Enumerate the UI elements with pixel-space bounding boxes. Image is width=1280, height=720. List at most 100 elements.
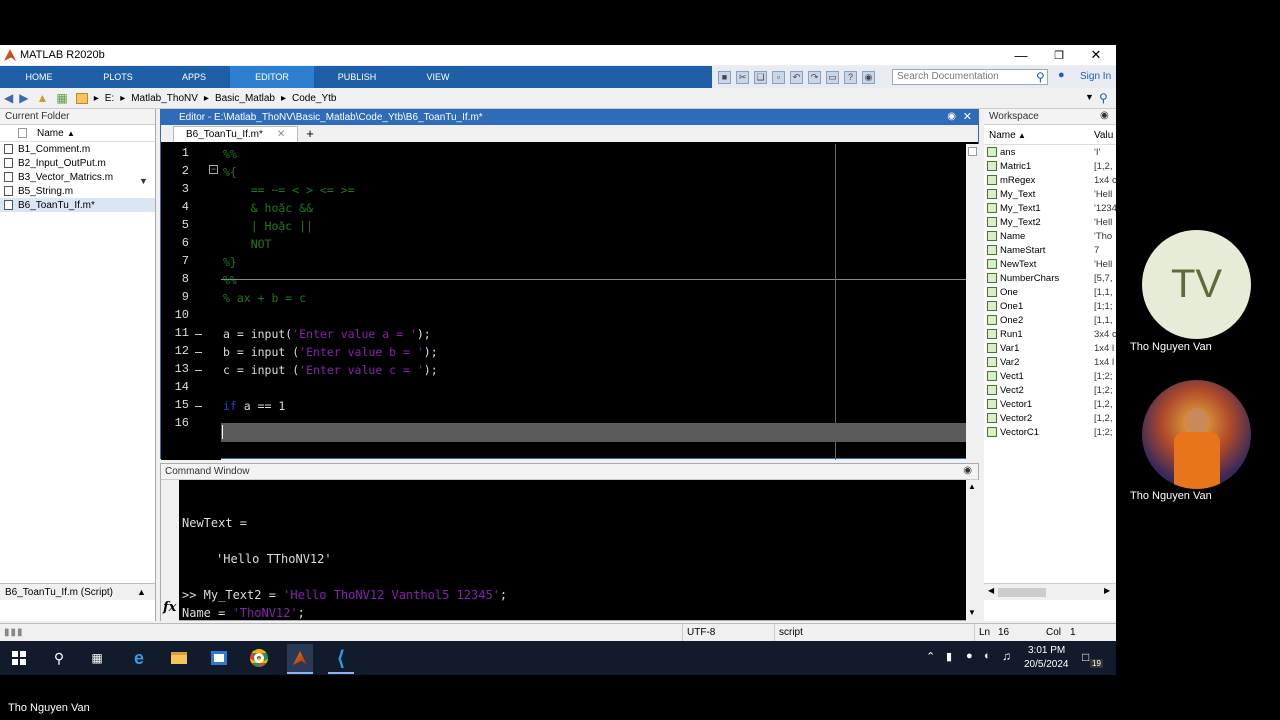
search-icon[interactable]: ⚲ (48, 647, 70, 669)
variable-row[interactable]: My_Text 'Hell (984, 187, 1116, 201)
minimize-button[interactable]: — (1002, 45, 1040, 65)
variable-row[interactable]: NumberChars [5,7, (984, 271, 1116, 285)
variable-row[interactable]: One2 [1,1, (984, 313, 1116, 327)
code-line[interactable]: | Hoặc || (223, 219, 313, 233)
search-documentation-input[interactable]: Search Documentation (892, 69, 1048, 85)
cut-icon[interactable]: ✂ (736, 70, 749, 84)
breadcrumb-drive[interactable]: E: (105, 93, 114, 104)
search-icon[interactable]: ⚲ (1036, 70, 1045, 84)
details-panel[interactable]: B6_ToanTu_If.m (Script) ▲ (0, 583, 155, 600)
notification-icon[interactable]: □ (1082, 650, 1089, 664)
variable-row[interactable]: NewText 'Hell (984, 257, 1116, 271)
variable-row[interactable]: Matric1 [1,2, (984, 159, 1116, 173)
code-line[interactable]: if a == 1 (223, 399, 285, 413)
network-icon[interactable]: ▮ (946, 650, 952, 663)
vscode-icon[interactable]: ⟨ (328, 644, 354, 674)
variable-row[interactable]: ans 'I' (984, 145, 1116, 159)
fx-icon[interactable]: fx (163, 600, 176, 615)
editor-menu-icon[interactable]: ◉ (947, 111, 956, 122)
file-explorer-icon[interactable] (168, 647, 190, 669)
copy-icon[interactable]: ❏ (754, 70, 767, 84)
clock-time[interactable]: 3:01 PM (1028, 645, 1065, 656)
scroll-left-icon[interactable]: ◀ (988, 586, 994, 595)
tab-editor[interactable]: EDITOR (230, 66, 314, 88)
scroll-down-icon[interactable]: ▼ (968, 608, 976, 617)
bell-icon[interactable]: ● (1058, 69, 1065, 81)
column-value[interactable]: Valu (1094, 130, 1113, 141)
volume-icon[interactable]: ♫ (1002, 649, 1011, 663)
code-line[interactable]: == ~= < > <= >= (223, 183, 355, 197)
back-icon[interactable]: ◀ (4, 91, 13, 105)
breadcrumb-matlab-thonv[interactable]: Matlab_ThoNV (131, 93, 198, 104)
edge-icon[interactable]: e (128, 647, 150, 669)
code-area[interactable]: %% %{ == ~= < > <= >= & hoặc && | Hoặc ||… (161, 144, 966, 460)
file-item[interactable]: B2_Input_OutPut.m (0, 156, 155, 170)
variable-row[interactable]: Vect1 [1;2; (984, 369, 1116, 383)
up-folder-icon[interactable]: ▲ (36, 91, 48, 105)
code-line[interactable]: c = input ('Enter value c = '); (223, 363, 438, 377)
code-line[interactable]: %} (223, 255, 237, 269)
variable-row[interactable]: Vector2 [1,2, (984, 411, 1116, 425)
code-line[interactable]: %% (223, 273, 237, 287)
variable-row[interactable]: My_Text1 '1234 (984, 201, 1116, 215)
code-line[interactable]: %% (223, 147, 237, 161)
workspace-menu-icon[interactable]: ◉ (1100, 110, 1109, 121)
scroll-up-icon[interactable]: ▲ (968, 482, 976, 491)
editor-close-icon[interactable]: ✕ (963, 110, 972, 123)
code-line[interactable]: & hoặc && (223, 201, 313, 215)
chrome-icon[interactable] (248, 647, 270, 669)
clock-date[interactable]: 20/5/2024 (1024, 659, 1069, 670)
chevron-up-icon[interactable]: ⌃ (926, 650, 935, 663)
column-name[interactable]: Name (989, 130, 1016, 141)
sign-in-link[interactable]: Sign In (1080, 71, 1111, 82)
file-item[interactable]: B5_String.m (0, 184, 155, 198)
file-item[interactable]: B3_Vector_Matrics.m (0, 170, 155, 184)
maximize-button[interactable]: ❐ (1040, 45, 1078, 65)
variable-row[interactable]: Var2 1x4 l (984, 355, 1116, 369)
variable-row[interactable]: NameStart 7 (984, 243, 1116, 257)
tab-view[interactable]: VIEW (400, 66, 476, 88)
code-line[interactable]: %{ (223, 165, 237, 179)
code-line[interactable]: NOT (223, 237, 272, 251)
tab-close-icon[interactable]: ✕ (277, 129, 285, 140)
fold-toggle-icon[interactable]: − (209, 165, 218, 174)
command-line-2[interactable]: Name = 'ThoNV12'; (182, 606, 305, 620)
forward-icon[interactable]: ▶ (19, 91, 28, 105)
store-icon[interactable] (208, 647, 230, 669)
command-scrollbar[interactable]: ▲ ▼ (966, 480, 979, 621)
task-view-icon[interactable]: ▦ (86, 647, 108, 669)
workspace-hscrollbar[interactable]: ◀ ▶ (984, 583, 1116, 600)
close-window-button[interactable]: ✕ (1077, 45, 1115, 65)
variable-row[interactable]: Vect2 [1;2; (984, 383, 1116, 397)
variable-row[interactable]: Var1 1x4 l (984, 341, 1116, 355)
variable-row[interactable]: My_Text2 'Hell (984, 215, 1116, 229)
code-line[interactable]: % ax + b = c (223, 291, 306, 305)
variable-row[interactable]: mRegex 1x4 c (984, 173, 1116, 187)
variable-row[interactable]: Name 'Tho (984, 229, 1116, 243)
windows-start-icon[interactable] (8, 647, 30, 669)
variable-row[interactable]: VectorC1 [1;2; (984, 425, 1116, 439)
redo-icon[interactable]: ↷ (808, 70, 821, 84)
tab-plots[interactable]: PLOTS (78, 66, 158, 88)
breadcrumb-code-ytb[interactable]: Code_Ytb (292, 93, 336, 104)
help-icon[interactable]: ? (844, 70, 857, 84)
variable-row[interactable]: One [1,1, (984, 285, 1116, 299)
editor-scrollbar[interactable] (966, 144, 979, 460)
chevron-down-icon[interactable]: ▼ (1085, 92, 1094, 102)
chevron-up-icon[interactable]: ▲ (137, 587, 146, 597)
tab-b6-toantu-if[interactable]: B6_ToanTu_If.m* ✕ (173, 126, 299, 142)
tab-publish[interactable]: PUBLISH (314, 66, 400, 88)
settings-icon[interactable]: ◉ (862, 70, 875, 84)
browse-folder-icon[interactable]: ▦ (56, 91, 67, 105)
file-item[interactable]: B1_Comment.m (0, 142, 155, 156)
column-name[interactable]: Name (37, 128, 64, 139)
microphone-icon[interactable]: ● (966, 650, 973, 662)
scroll-thumb[interactable] (998, 588, 1046, 597)
variable-row[interactable]: Vector1 [1,2, (984, 397, 1116, 411)
command-line-1[interactable]: >> My_Text2 = 'Hello ThoNV12 Vanthol5 12… (182, 588, 507, 602)
file-item[interactable]: B6_ToanTu_If.m* (0, 198, 155, 212)
save-icon[interactable]: ■ (718, 70, 731, 84)
folder-search-icon[interactable]: ⚲ (1099, 91, 1108, 105)
variable-row[interactable]: Run1 3x4 c (984, 327, 1116, 341)
command-menu-icon[interactable]: ◉ (963, 465, 972, 476)
